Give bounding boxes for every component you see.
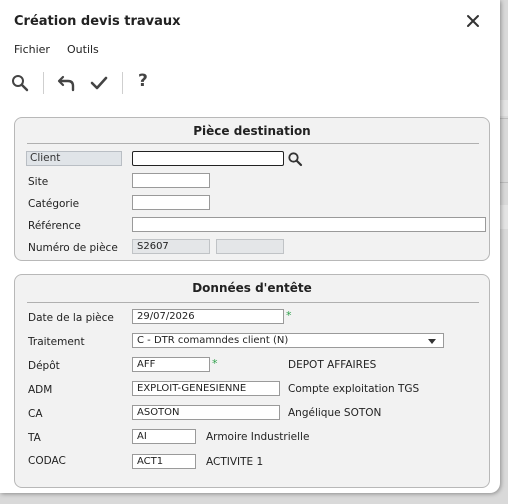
codac-label: CODAC [28,455,66,467]
help-icon[interactable]: ? [138,71,158,91]
validate-check-icon[interactable] [89,73,109,93]
numero-piece-suffix-field [216,239,284,254]
ta-label: TA [28,432,41,444]
close-icon[interactable] [464,12,482,30]
ca-description: Angélique SOTON [288,407,382,419]
date-input[interactable]: 29/07/2026 [132,309,284,324]
site-label: Site [28,176,49,188]
numero-piece-label: Numéro de pièce [28,242,118,254]
required-marker: * [286,309,292,322]
client-label: Client [26,151,122,166]
reference-label: Référence [28,220,81,232]
devis-dialog: Création devis travaux Fichier Outils ? … [0,0,500,493]
search-icon[interactable] [10,73,30,93]
group-divider [27,302,479,303]
menu-outils[interactable]: Outils [67,43,99,56]
client-search-icon[interactable] [287,151,303,167]
menu-fichier[interactable]: Fichier [14,43,50,56]
ca-label: CA [28,408,43,420]
numero-piece-field: S2607 [132,239,210,254]
ta-input[interactable]: AI [132,429,196,444]
dialog-title: Création devis travaux [14,14,181,29]
group-title-destination: Pièce destination [193,124,311,138]
ca-input[interactable]: ASOTON [132,405,280,420]
required-marker: * [212,357,218,370]
client-input[interactable] [132,151,284,166]
adm-label: ADM [28,384,53,396]
reference-input[interactable] [132,217,486,232]
chevron-down-icon[interactable] [428,339,436,344]
adm-description: Compte exploitation TGS [288,383,420,395]
categorie-input[interactable] [132,195,210,210]
depot-input[interactable]: AFF [132,357,210,372]
group-divider [27,143,479,144]
codac-input[interactable]: ACT1 [132,454,196,469]
ta-description: Armoire Industrielle [206,431,310,443]
depot-label: Dépôt [28,360,60,372]
categorie-label: Catégorie [28,198,80,210]
traitement-select[interactable]: C - DTR comamndes client (N) [132,333,444,348]
adm-input[interactable]: EXPLOIT-GENESIENNE [132,381,280,396]
toolbar-separator [122,72,123,94]
group-title-entete: Données d'entête [192,281,312,295]
traitement-label: Traitement [28,336,85,348]
codac-description: ACTIVITE 1 [206,456,264,468]
depot-description: DEPOT AFFAIRES [288,359,377,371]
undo-icon[interactable] [57,73,77,93]
site-input[interactable] [132,173,210,188]
date-label: Date de la pièce [28,312,114,324]
toolbar-separator [43,72,44,94]
